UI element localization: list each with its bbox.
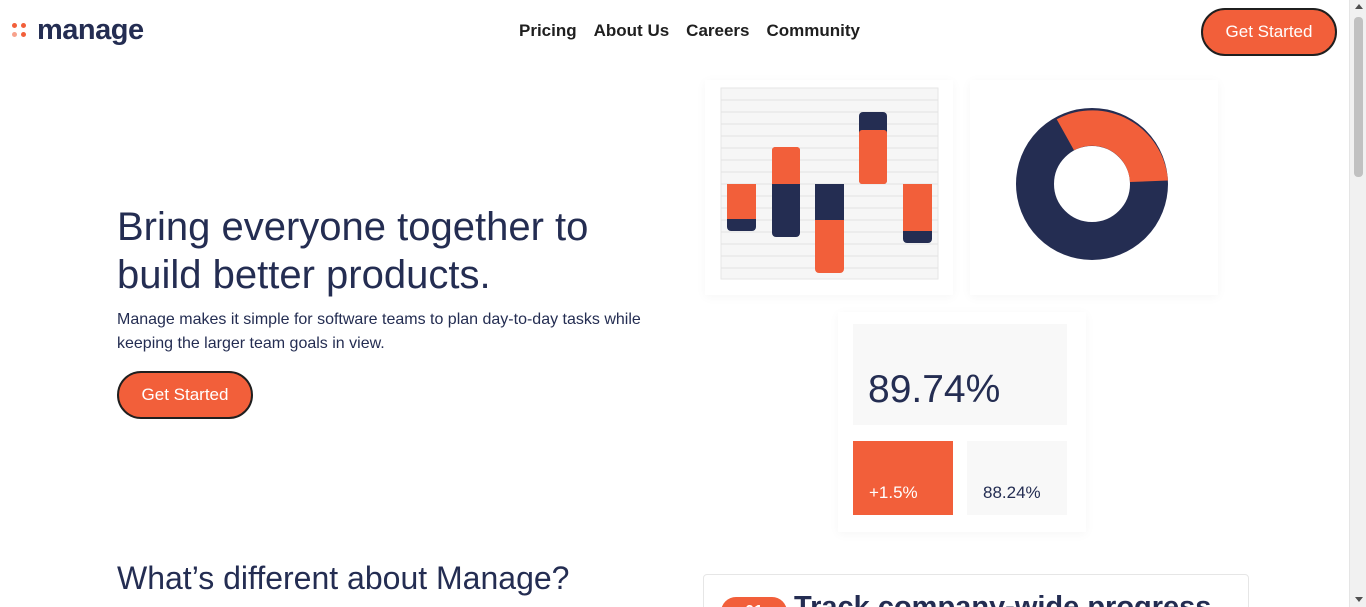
hero-subtitle: Manage makes it simple for software team… xyxy=(117,311,641,352)
main-nav: Pricing About Us Careers Community xyxy=(519,21,860,41)
logo-icon xyxy=(12,22,29,39)
section-title: What’s different about Manage? xyxy=(117,560,570,596)
feature-number-badge: 01 xyxy=(721,597,787,607)
scrollbar-thumb[interactable] xyxy=(1354,17,1363,177)
feature-card: 01 Track company-wide progress xyxy=(703,574,1249,607)
page-scrollbar[interactable] xyxy=(1349,0,1366,607)
logo[interactable]: manage xyxy=(12,14,144,47)
stat-change-value: +1.5% xyxy=(869,483,918,502)
nav-link-pricing[interactable]: Pricing xyxy=(519,21,577,41)
hero-title: Bring everyone together to build better … xyxy=(117,205,589,297)
stat-main-box: 89.74% xyxy=(853,324,1067,425)
nav-link-careers[interactable]: Careers xyxy=(686,21,749,41)
scroll-up-arrow-icon[interactable] xyxy=(1355,4,1363,9)
feature-title: Track company-wide progress xyxy=(794,591,1212,607)
nav-link-about-us[interactable]: About Us xyxy=(594,21,670,41)
header-get-started-button[interactable]: Get Started xyxy=(1201,8,1337,56)
bar-chart-illustration xyxy=(720,87,939,280)
scroll-down-arrow-icon[interactable] xyxy=(1355,597,1363,602)
donut-chart-illustration xyxy=(1016,108,1168,260)
site-header: manage Pricing About Us Careers Communit… xyxy=(0,0,1349,64)
bar-chart-card xyxy=(705,80,953,295)
stat-secondary-box: 88.24% xyxy=(967,441,1067,515)
hero-get-started-button[interactable]: Get Started xyxy=(117,371,253,419)
donut-chart-card xyxy=(970,80,1218,295)
logo-text: manage xyxy=(37,14,144,46)
stat-secondary-value: 88.24% xyxy=(983,483,1041,502)
nav-link-community[interactable]: Community xyxy=(767,21,861,41)
stat-main-value: 89.74% xyxy=(868,368,1001,411)
stat-change-box: +1.5% xyxy=(853,441,953,515)
